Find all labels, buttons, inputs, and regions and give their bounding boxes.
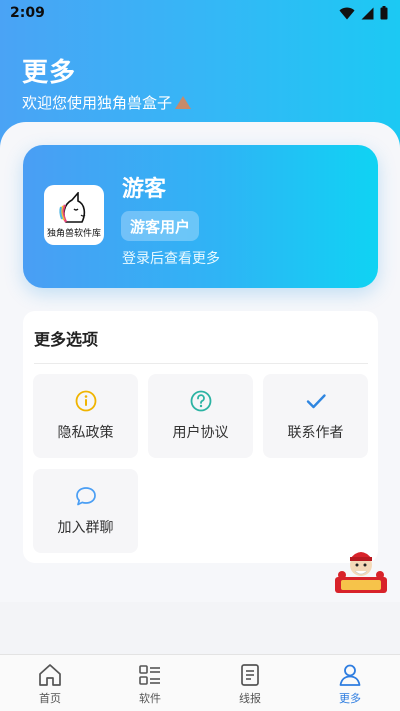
status-bar: 2:09 bbox=[0, 0, 400, 26]
triangle-icon bbox=[175, 96, 192, 109]
tab-home[interactable]: 首页 bbox=[0, 655, 100, 711]
bottom-tab-bar: 首页 软件 线报 更多 bbox=[0, 654, 400, 711]
unicorn-logo bbox=[59, 192, 86, 223]
option-join-group-chat[interactable]: 加入群聊 bbox=[33, 469, 138, 553]
option-label: 隐私政策 bbox=[57, 425, 114, 441]
user-icon bbox=[339, 664, 361, 686]
document-icon bbox=[241, 664, 259, 686]
tab-label: 软件 bbox=[139, 692, 161, 705]
tab-more[interactable]: 更多 bbox=[300, 655, 400, 711]
login-hint[interactable]: 登录后查看更多 bbox=[122, 248, 220, 268]
tab-label: 首页 bbox=[39, 692, 61, 705]
check-icon bbox=[306, 394, 326, 409]
info-icon bbox=[75, 390, 96, 412]
tab-label: 线报 bbox=[239, 692, 261, 705]
tab-deals[interactable]: 线报 bbox=[200, 655, 300, 711]
mascot-float-icon[interactable] bbox=[333, 547, 389, 597]
option-user-agreement[interactable]: 用户协议 bbox=[148, 374, 253, 458]
chat-bubble-icon bbox=[75, 487, 96, 506]
options-divider bbox=[34, 363, 368, 364]
profile-name: 游客 bbox=[122, 177, 167, 202]
option-contact-author[interactable]: 联系作者 bbox=[263, 374, 368, 458]
subtitle-text: 欢迎您使用独角兽盒子 bbox=[22, 94, 173, 112]
avatar[interactable]: 独角兽软件库 bbox=[44, 185, 104, 245]
tab-label: 更多 bbox=[339, 692, 361, 705]
status-time: 2:09 bbox=[10, 5, 45, 21]
battery-icon bbox=[380, 6, 388, 20]
signal-icon bbox=[361, 7, 374, 19]
status-icons bbox=[339, 6, 388, 20]
options-title: 更多选项 bbox=[34, 330, 99, 349]
profile-card[interactable]: 独角兽软件库 游客 游客用户 登录后查看更多 bbox=[23, 145, 378, 288]
options-card: 更多选项 隐私政策 用户协议 联系作者 加入群聊 bbox=[23, 311, 378, 563]
page-title: 更多 bbox=[22, 58, 77, 88]
help-icon bbox=[190, 390, 211, 412]
option-label: 加入群聊 bbox=[57, 520, 114, 536]
home-icon bbox=[39, 664, 61, 686]
user-badge: 游客用户 bbox=[121, 211, 200, 241]
tab-software[interactable]: 软件 bbox=[100, 655, 200, 711]
option-label: 联系作者 bbox=[287, 425, 344, 441]
apps-list-icon bbox=[139, 665, 160, 685]
wifi-icon bbox=[339, 7, 355, 19]
page-subtitle: 欢迎您使用独角兽盒子 bbox=[22, 92, 192, 113]
avatar-caption: 独角兽软件库 bbox=[46, 229, 101, 239]
option-privacy-policy[interactable]: 隐私政策 bbox=[33, 374, 138, 458]
option-label: 用户协议 bbox=[172, 425, 229, 441]
